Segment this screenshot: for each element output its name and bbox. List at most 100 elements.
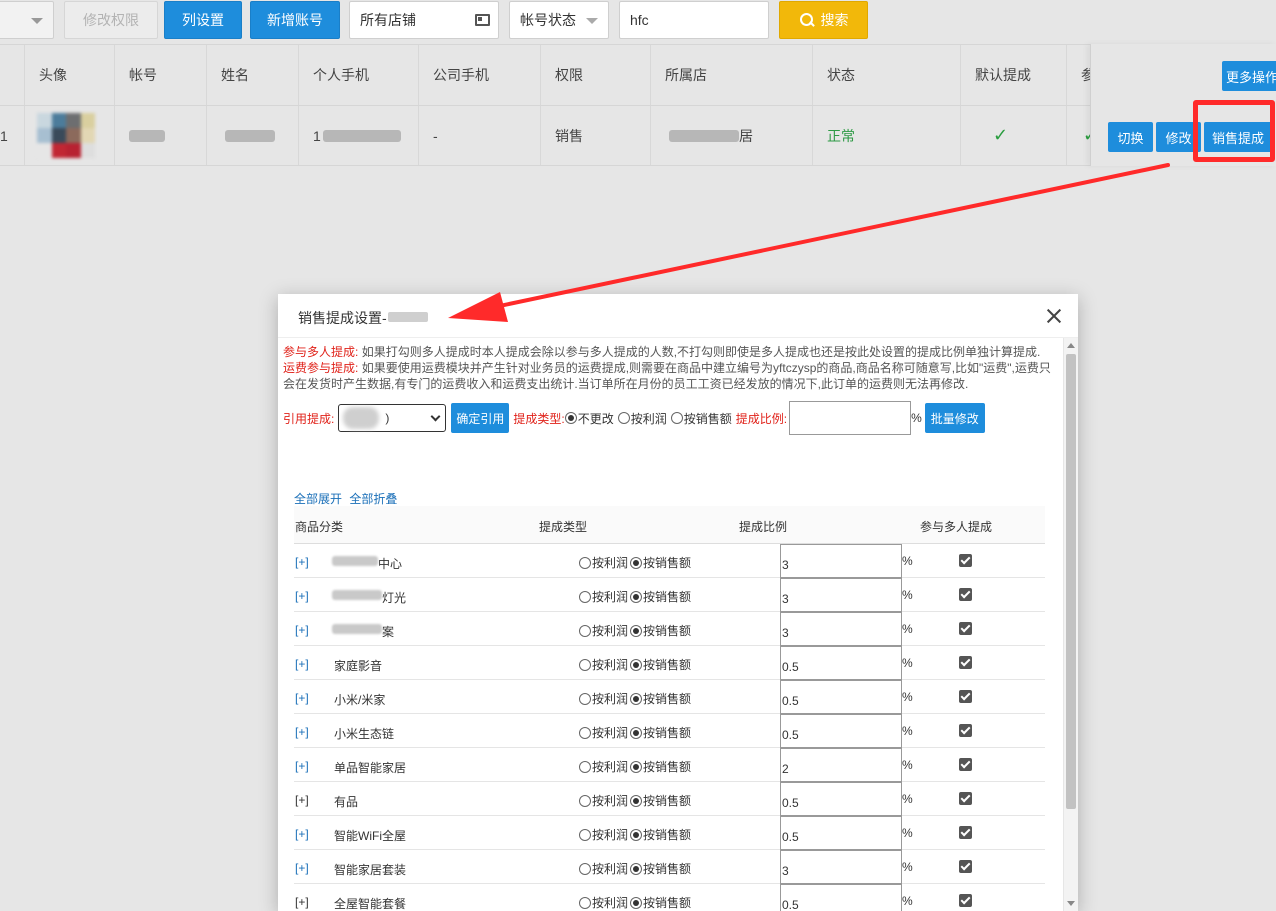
multi-commission-checkbox[interactable] bbox=[959, 826, 972, 839]
radio-sales-label: 按销售额 bbox=[643, 556, 692, 570]
radio-sales[interactable] bbox=[630, 761, 643, 773]
radio-profit[interactable] bbox=[579, 829, 591, 841]
confirm-quote-button[interactable]: 确定引用 bbox=[451, 403, 510, 433]
add-account-button[interactable]: 新增账号 bbox=[250, 1, 340, 39]
collapse-all-link[interactable]: 全部折叠 bbox=[349, 492, 397, 506]
radio-profit[interactable] bbox=[579, 591, 591, 603]
more-ops-button[interactable]: 更多操作 bbox=[1222, 61, 1276, 91]
radio-sales[interactable] bbox=[630, 727, 643, 739]
scroll-up-icon[interactable] bbox=[1067, 343, 1075, 348]
row-index: 1 bbox=[0, 127, 8, 144]
radio-profit[interactable] bbox=[579, 795, 591, 807]
ratio-input[interactable]: 3 bbox=[780, 612, 902, 646]
radio-profit[interactable] bbox=[579, 625, 591, 637]
ratio-input[interactable]: 0.5 bbox=[780, 884, 902, 911]
column-settings-button[interactable]: 列设置 bbox=[164, 1, 242, 39]
expand-toggle[interactable]: [+] bbox=[295, 861, 309, 875]
radio-profit[interactable] bbox=[617, 412, 630, 424]
multi-commission-checkbox[interactable] bbox=[959, 554, 972, 567]
batch-modify-button[interactable]: 批量修改 bbox=[924, 403, 985, 433]
radio-profit[interactable] bbox=[579, 557, 591, 569]
category-name: 灯光 bbox=[382, 591, 407, 605]
expand-toggle[interactable]: [+] bbox=[295, 555, 309, 569]
ratio-input[interactable]: 0.5 bbox=[780, 646, 902, 680]
header-account: 帐号 bbox=[114, 45, 206, 105]
radio-sales[interactable] bbox=[630, 625, 643, 637]
radio-no-change[interactable] bbox=[564, 412, 577, 424]
radio-profit[interactable] bbox=[579, 693, 591, 705]
radio-sales[interactable] bbox=[630, 829, 643, 841]
expand-toggle[interactable]: [+] bbox=[295, 759, 309, 773]
commission-type: 按利润 按销售额 bbox=[579, 622, 691, 639]
dialog-scrollbar[interactable] bbox=[1063, 338, 1078, 911]
radio-profit[interactable] bbox=[579, 897, 591, 909]
header-default-commission: 默认提成 bbox=[960, 45, 1066, 105]
expand-all-link[interactable]: 全部展开 bbox=[294, 492, 342, 506]
ratio-input[interactable]: 0.5 bbox=[780, 816, 902, 850]
header-company-phone: 公司手机 bbox=[418, 45, 540, 105]
expand-toggle[interactable]: [+] bbox=[295, 895, 309, 909]
multi-commission-checkbox[interactable] bbox=[959, 792, 972, 805]
close-icon[interactable] bbox=[1046, 308, 1062, 324]
scroll-thumb[interactable] bbox=[1066, 354, 1076, 809]
radio-sales-label: 按销售额 bbox=[643, 658, 692, 672]
category-name: 有品 bbox=[334, 795, 359, 809]
radio-profit-label: 按利润 bbox=[592, 760, 629, 774]
multi-commission-checkbox[interactable] bbox=[959, 894, 972, 907]
radio-sales[interactable] bbox=[630, 591, 643, 603]
expand-toggle[interactable]: [+] bbox=[295, 691, 309, 705]
radio-profit[interactable] bbox=[579, 659, 591, 671]
percent-sign: % bbox=[902, 690, 913, 704]
filter-select[interactable] bbox=[0, 1, 54, 39]
search-button[interactable]: 搜索 bbox=[779, 1, 868, 39]
table-row: [+] 家庭影音 按利润 按销售额 0.5% bbox=[294, 646, 1045, 680]
multi-commission-checkbox[interactable] bbox=[959, 724, 972, 737]
multi-commission-checkbox[interactable] bbox=[959, 588, 972, 601]
multi-commission-checkbox[interactable] bbox=[959, 690, 972, 703]
expand-toggle[interactable]: [+] bbox=[295, 725, 309, 739]
radio-sales[interactable] bbox=[630, 659, 643, 671]
ratio-input[interactable]: 0.5 bbox=[780, 680, 902, 714]
ratio-input[interactable]: 2 bbox=[780, 748, 902, 782]
radio-profit[interactable] bbox=[579, 727, 591, 739]
scroll-down-icon[interactable] bbox=[1067, 901, 1075, 906]
ratio-input[interactable]: 0.5 bbox=[780, 782, 902, 816]
ratio-input[interactable]: 3 bbox=[780, 578, 902, 612]
radio-sales[interactable] bbox=[630, 693, 643, 705]
radio-profit[interactable] bbox=[579, 863, 591, 875]
multi-commission-checkbox[interactable] bbox=[959, 622, 972, 635]
expand-toggle[interactable]: [+] bbox=[295, 623, 309, 637]
expand-toggle[interactable]: [+] bbox=[295, 793, 309, 807]
personal-phone-cell: 1 bbox=[298, 106, 418, 165]
radio-profit[interactable] bbox=[579, 761, 591, 773]
header-col10: 参 bbox=[1066, 45, 1095, 105]
store-select[interactable]: 所有店铺 bbox=[349, 1, 499, 39]
multi-commission-checkbox[interactable] bbox=[959, 758, 972, 771]
account-status-label: 帐号状态 bbox=[520, 12, 576, 28]
radio-sales[interactable] bbox=[630, 863, 643, 875]
multi-commission-checkbox[interactable] bbox=[959, 656, 972, 669]
radio-sales[interactable] bbox=[670, 412, 683, 424]
radio-sales[interactable] bbox=[630, 795, 643, 807]
search-input[interactable]: hfc bbox=[619, 1, 769, 39]
blurred-store bbox=[669, 129, 739, 142]
quote-select[interactable]: ) bbox=[338, 404, 447, 432]
permission-cell: 销售 bbox=[540, 106, 650, 165]
expand-toggle[interactable]: [+] bbox=[295, 589, 309, 603]
expand-toggle[interactable]: [+] bbox=[295, 657, 309, 671]
ratio-input[interactable]: 3 bbox=[780, 850, 902, 884]
ratio-input[interactable]: 0.5 bbox=[780, 714, 902, 748]
multi-commission-checkbox[interactable] bbox=[959, 860, 972, 873]
radio-sales[interactable] bbox=[630, 557, 643, 569]
category-name: 智能WiFi全屋 bbox=[334, 829, 406, 843]
category-name: 家庭影音 bbox=[334, 659, 383, 673]
expand-toggle[interactable]: [+] bbox=[295, 827, 309, 841]
ratio-input[interactable] bbox=[789, 401, 912, 435]
dialog-body: 参与多人提成: 如果打勾则多人提成时本人提成会除以参与多人提成的人数,不打勾则即… bbox=[278, 338, 1063, 911]
ratio-input[interactable]: 3 bbox=[780, 544, 902, 578]
account-status-select[interactable]: 帐号状态 bbox=[509, 1, 609, 39]
annotation-highlight-box bbox=[1193, 100, 1275, 162]
switch-button[interactable]: 切换 bbox=[1108, 122, 1153, 152]
radio-sales[interactable] bbox=[630, 897, 643, 909]
commission-type: 按利润 按销售额 bbox=[579, 792, 691, 809]
